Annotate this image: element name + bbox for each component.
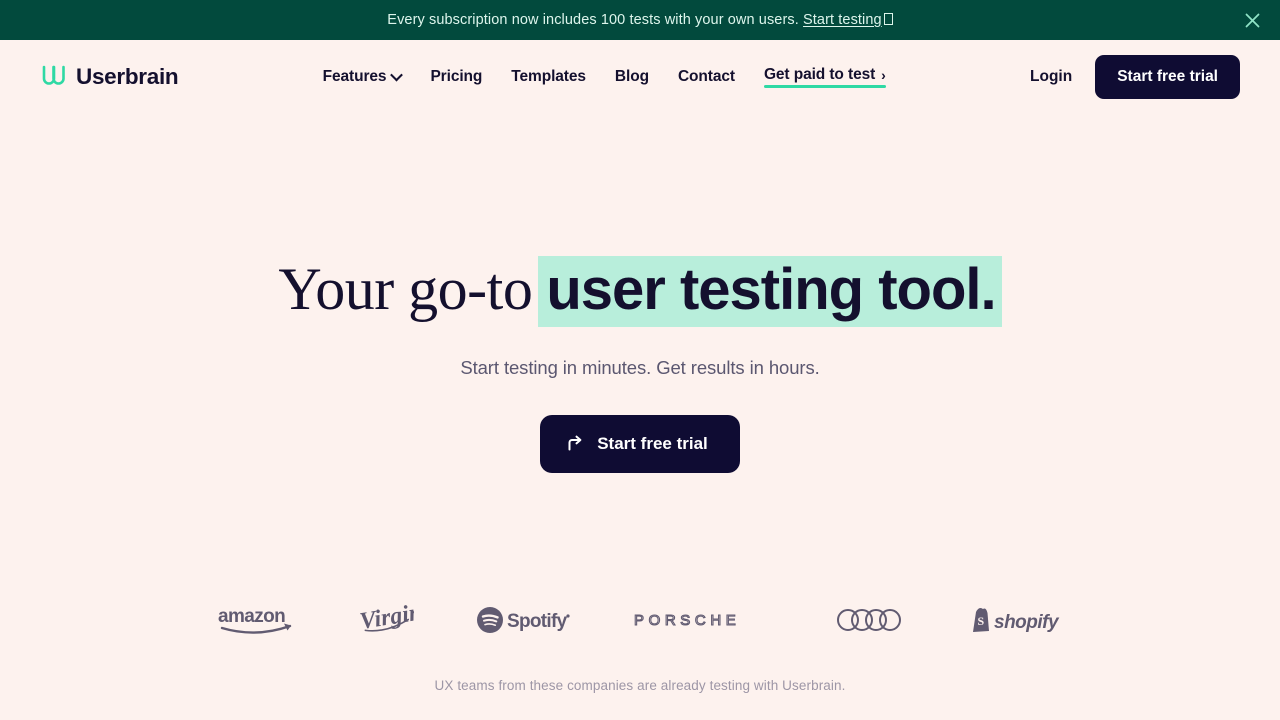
hero-title-highlight: user testing tool. [538, 256, 1002, 327]
hero-cta-label: Start free trial [597, 433, 708, 453]
hero-subtitle: Start testing in minutes. Get results in… [460, 356, 820, 378]
header-actions: Login Start free trial [1030, 54, 1240, 99]
brand-logo[interactable]: Userbrain [40, 63, 179, 90]
hero-section: Your go-to user testing tool. Start testi… [0, 113, 1280, 693]
chevron-down-icon [390, 68, 404, 82]
userbrain-logo-icon [42, 65, 65, 85]
nav-item-get-paid-to-test[interactable]: Get paid to test › [763, 65, 886, 88]
logo-amazon: amazon [218, 605, 296, 635]
logo-porsche: PORSCHE [634, 610, 774, 630]
logos-caption: UX teams from these companies are alread… [434, 677, 846, 693]
nav-item-templates[interactable]: Templates [511, 68, 586, 86]
chevron-right-icon: › [881, 66, 886, 83]
announcement-text: Every subscription now includes 100 test… [387, 12, 893, 28]
amazon-logo-icon: amazon [218, 606, 292, 634]
audi-logo-icon [837, 608, 901, 631]
close-banner-button[interactable] [1240, 8, 1264, 32]
svg-text:shopify: shopify [994, 612, 1060, 633]
logo-virgin: Virgin [358, 599, 414, 641]
logo-shopify: S shopify [970, 605, 1062, 635]
site-header: Userbrain Features Pricing Templates Blo… [0, 40, 1280, 113]
nav-label-features: Features [322, 67, 387, 85]
brand-name: Userbrain [76, 63, 179, 89]
login-link[interactable]: Login [1030, 68, 1072, 86]
virgin-logo-icon: Virgin [358, 599, 414, 634]
nav-item-pricing[interactable]: Pricing [430, 68, 482, 86]
shopify-logo-icon: S shopify [973, 607, 1060, 633]
nav-item-features[interactable]: Features [322, 67, 404, 86]
arrow-turn-right-icon [568, 435, 582, 451]
missing-glyph-icon [883, 13, 893, 25]
nav-label-get-paid-to-test: Get paid to test [763, 65, 876, 83]
nav-item-blog[interactable]: Blog [615, 68, 649, 86]
header-start-free-trial-button[interactable]: Start free trial [1095, 54, 1240, 99]
announcement-banner: Every subscription now includes 100 test… [0, 0, 1280, 40]
svg-text:PORSCHE: PORSCHE [634, 612, 740, 629]
svg-text:Spotify: Spotify [507, 611, 568, 632]
page-title: Your go-to user testing tool. [0, 256, 1280, 327]
nav-item-contact[interactable]: Contact [678, 68, 735, 86]
hero-title-plain: Your go-to [278, 256, 533, 322]
logo-spotify: Spotify [476, 605, 572, 635]
logo-audi [836, 606, 908, 634]
spotify-logo-icon: Spotify [477, 606, 570, 633]
customer-logo-strip: amazon Virgin Spotify PORSCHE S shopify [0, 599, 1280, 641]
svg-text:S: S [978, 614, 985, 628]
announcement-message: Every subscription now includes 100 test… [387, 12, 799, 28]
main-nav: Features Pricing Templates Blog Contact … [178, 66, 1030, 88]
close-icon [1245, 13, 1259, 27]
start-testing-link[interactable]: Start testing [803, 12, 882, 28]
svg-text:amazon: amazon [218, 606, 285, 627]
hero-start-free-trial-button[interactable]: Start free trial [540, 414, 740, 473]
porsche-logo-icon: PORSCHE [634, 611, 740, 629]
